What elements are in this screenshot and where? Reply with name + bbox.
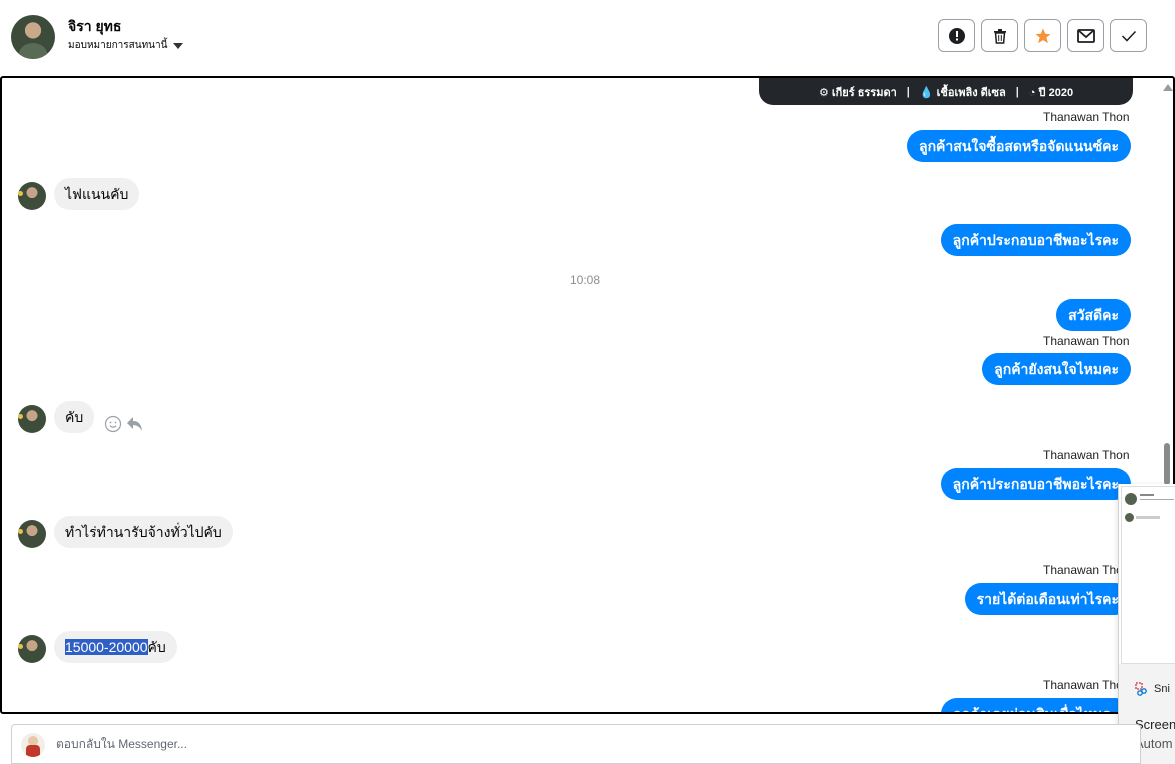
outgoing-message[interactable]: ลูกค้าประกอบอาชีพอะไรคะ	[940, 468, 1131, 500]
trash-icon	[993, 28, 1006, 44]
mark-done-button[interactable]	[1110, 19, 1147, 52]
timestamp: 10:08	[570, 273, 601, 287]
outgoing-message[interactable]: ลูกค้าเคยผ่อนสินเชื่อไหมคะ	[940, 698, 1131, 712]
reply-icon[interactable]	[126, 416, 144, 432]
message-thread[interactable]: ⚙ เกียร์ ธรรมดา | 💧 เชื้อเพลิง ดีเซล | ◔…	[0, 76, 1175, 714]
reply-input[interactable]	[56, 734, 1116, 754]
thumb-line	[1136, 516, 1160, 519]
outgoing-message[interactable]: ลูกค้าประกอบอาชีพอะไรคะ	[940, 224, 1131, 256]
assign-label: มอบหมายการสนทนานี้	[68, 40, 168, 51]
thumb-line	[1140, 499, 1174, 500]
incoming-message[interactable]: 15000-20000คับ	[54, 631, 177, 663]
delete-button[interactable]	[981, 19, 1018, 52]
snipping-tool-icon	[1135, 682, 1147, 696]
contact-avatar-small	[18, 635, 46, 663]
star-icon	[1035, 28, 1050, 43]
scroll-up-arrow[interactable]	[1163, 84, 1173, 91]
app-name: Sni	[1154, 683, 1170, 695]
header-actions	[938, 19, 1147, 52]
envelope-icon	[1076, 28, 1095, 43]
fuel-spec: 💧 เชื้อเพลิง ดีเซล	[919, 86, 1006, 99]
outgoing-message[interactable]: ลูกค้าสนใจซื้อสดหรือจัดแนนซ์คะ	[907, 130, 1131, 162]
mark-spam-button[interactable]	[938, 19, 975, 52]
star-button[interactable]	[1024, 19, 1061, 52]
contact-avatar-small	[18, 182, 46, 210]
snipping-notification[interactable]: Sni Screen Autom	[1118, 484, 1175, 764]
sender-label: Thanawan Thon	[1043, 110, 1130, 124]
conversation-header: จิรา ยุทธ มอบหมายการสนทนานี้	[0, 0, 1175, 76]
incoming-message[interactable]: ไฟแนนคับ	[54, 178, 140, 210]
incoming-message[interactable]: คับ	[54, 401, 95, 433]
divider: |	[906, 85, 910, 98]
thumb-avatar	[1125, 513, 1134, 522]
contact-name[interactable]: จิรา ยุทธ	[68, 16, 121, 38]
thumb-avatar	[1125, 493, 1137, 505]
check-icon	[1121, 30, 1136, 42]
alert-icon	[948, 27, 965, 44]
sender-label: Thanawan Thon	[1043, 448, 1130, 462]
mark-unread-button[interactable]	[1067, 19, 1104, 52]
outgoing-message[interactable]: รายได้ต่อเดือนเท่าไรคะ	[964, 583, 1131, 615]
screenshot-thumbnail[interactable]	[1121, 486, 1175, 664]
scrollbar-thumb[interactable]	[1164, 443, 1170, 485]
selected-text[interactable]: 15000-20000	[65, 639, 148, 655]
contact-avatar[interactable]	[11, 15, 55, 59]
year-spec: ◔ ปี 2020	[1028, 86, 1074, 99]
notification-title: Screen	[1135, 717, 1175, 732]
app-row: Sni	[1135, 682, 1170, 696]
page-avatar	[21, 733, 45, 757]
contact-avatar-small	[18, 520, 46, 548]
message-hover-actions	[104, 415, 144, 433]
sender-label: Thanawan Thon	[1043, 678, 1130, 692]
reply-bar	[11, 724, 1141, 764]
sender-label: Thanawan Thon	[1043, 334, 1130, 348]
vehicle-card-strip[interactable]: ⚙ เกียร์ ธรรมดา | 💧 เชื้อเพลิง ดีเซล | ◔…	[759, 78, 1133, 105]
divider: |	[1015, 85, 1019, 98]
sender-label: Thanawan Thon	[1043, 563, 1130, 577]
smiley-icon[interactable]	[104, 415, 122, 433]
thumb-line	[1140, 494, 1154, 496]
caret-down-icon	[173, 42, 184, 49]
incoming-message[interactable]: ทำไร่ทำนารับจ้างทั่วไปคับ	[54, 516, 233, 548]
outgoing-message[interactable]: สวัสดีคะ	[1056, 299, 1131, 331]
assign-conversation-dropdown[interactable]: มอบหมายการสนทนานี้	[68, 38, 184, 53]
outgoing-message[interactable]: ลูกค้ายังสนใจไหมคะ	[982, 353, 1131, 385]
gear-spec: ⚙ เกียร์ ธรรมดา	[818, 86, 897, 99]
contact-avatar-small	[18, 405, 46, 433]
message-text: คับ	[147, 639, 166, 655]
